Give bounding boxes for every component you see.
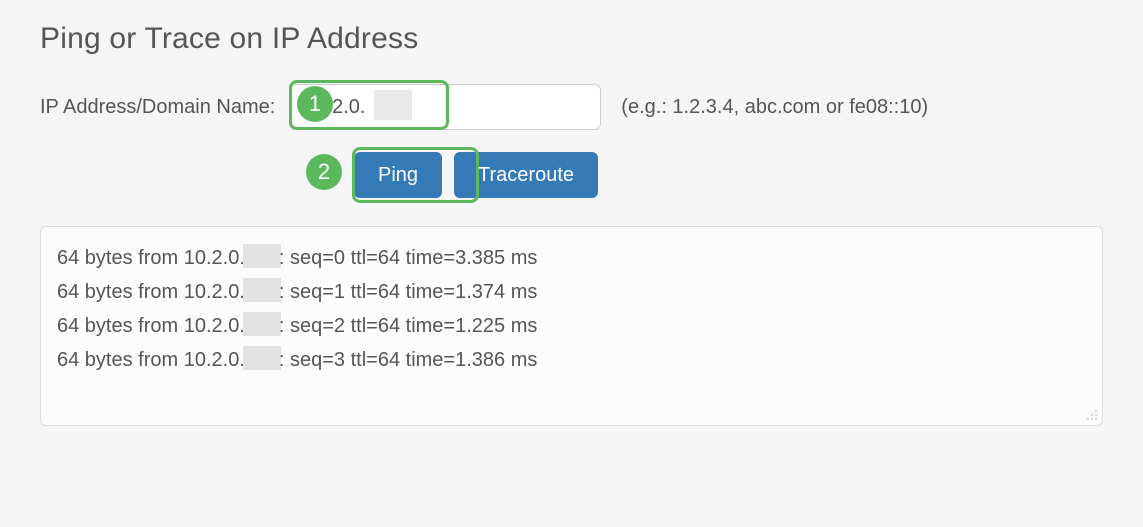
redaction-mask [243,346,281,370]
step-badge-1: 1 [297,86,333,122]
redaction-mask [374,90,412,120]
ping-output-line: 64 bytes from 10.2.0.: seq=1 ttl=64 time… [57,275,1086,309]
redaction-mask [243,312,281,336]
ping-output-line: 64 bytes from 10.2.0.: seq=3 ttl=64 time… [57,343,1086,377]
ip-field-label: IP Address/Domain Name: [40,96,275,119]
redaction-mask [243,244,281,268]
page-title: Ping or Trace on IP Address [40,22,1103,56]
step-badge-2: 2 [306,154,342,190]
ping-output-line: 64 bytes from 10.2.0.: seq=0 ttl=64 time… [57,241,1086,275]
input-hint: (e.g.: 1.2.3.4, abc.com or fe08::10) [621,96,928,119]
ping-button[interactable]: Ping [354,152,442,198]
redaction-mask [243,278,281,302]
ip-address-input[interactable] [289,84,601,130]
ping-output-box[interactable]: 64 bytes from 10.2.0.: seq=0 ttl=64 time… [40,226,1103,426]
resize-grip-icon[interactable] [1084,407,1098,421]
traceroute-button[interactable]: Traceroute [454,152,598,198]
ping-output-line: 64 bytes from 10.2.0.: seq=2 ttl=64 time… [57,309,1086,343]
